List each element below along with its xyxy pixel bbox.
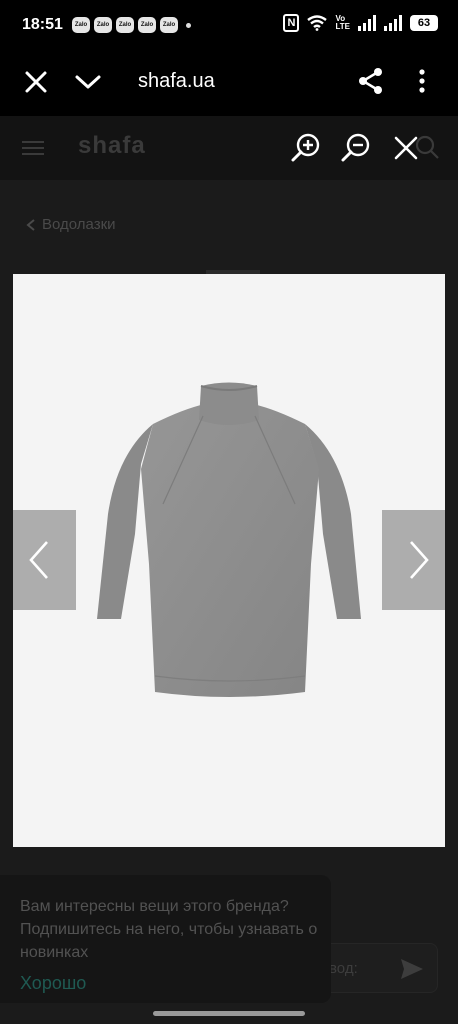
- home-indicator[interactable]: [153, 1011, 305, 1016]
- close-icon[interactable]: [392, 134, 420, 162]
- chevron-left-icon: [29, 541, 48, 579]
- hamburger-menu-icon: [22, 141, 44, 155]
- zoom-in-icon[interactable]: [290, 132, 322, 164]
- toast-ok-button[interactable]: Хорошо: [20, 973, 86, 994]
- zalo-icon: Zalo: [160, 17, 178, 33]
- close-icon[interactable]: [22, 68, 50, 96]
- share-icon[interactable]: [356, 66, 386, 96]
- chevron-right-icon: [410, 541, 429, 579]
- previous-image-button[interactable]: [13, 510, 76, 610]
- message-input: вод:: [322, 943, 438, 993]
- web-page: shafa Водолазки вод: Вам интересны вещи …: [0, 116, 458, 1024]
- next-image-button[interactable]: [382, 510, 445, 610]
- product-photo: [13, 274, 445, 847]
- breadcrumb-label: Водолазки: [42, 216, 116, 233]
- signal-icon: [358, 15, 376, 31]
- wifi-icon: [307, 15, 328, 31]
- notification-icons: Zalo Zalo Zalo Zalo Zalo: [72, 17, 191, 33]
- more-vert-icon[interactable]: [410, 66, 434, 96]
- subscribe-toast: Вам интересны вещи этого бренда? Подпиши…: [0, 875, 331, 1003]
- battery-indicator: 63: [410, 15, 438, 31]
- toast-message: Вам интересны вещи этого бренда? Подпиши…: [20, 898, 318, 961]
- message-input-placeholder: вод:: [329, 960, 358, 977]
- browser-toolbar: shafa.ua: [0, 52, 458, 116]
- zalo-icon: Zalo: [94, 17, 112, 33]
- zalo-icon: Zalo: [72, 17, 90, 33]
- site-header: shafa: [0, 116, 458, 180]
- zalo-icon: Zalo: [138, 17, 156, 33]
- status-bar: 18:51 Zalo Zalo Zalo Zalo Zalo N Vo LTE 6…: [0, 0, 458, 52]
- send-icon: [401, 959, 423, 979]
- site-logo: shafa: [78, 132, 146, 159]
- status-time: 18:51: [22, 16, 63, 33]
- sweater-image: [97, 382, 361, 697]
- zoom-out-icon[interactable]: [340, 132, 372, 164]
- status-indicators: N Vo LTE 63: [283, 14, 438, 32]
- chevron-down-icon[interactable]: [74, 68, 102, 96]
- signal-icon: [384, 15, 402, 31]
- chevron-left-icon: [26, 218, 35, 231]
- browser-url[interactable]: shafa.ua: [138, 70, 215, 93]
- more-notifications-dot: [186, 22, 191, 28]
- nfc-icon: N: [283, 14, 300, 32]
- zalo-icon: Zalo: [116, 17, 134, 33]
- volte-icon: Vo LTE: [335, 14, 350, 31]
- breadcrumb: Водолазки: [26, 216, 116, 233]
